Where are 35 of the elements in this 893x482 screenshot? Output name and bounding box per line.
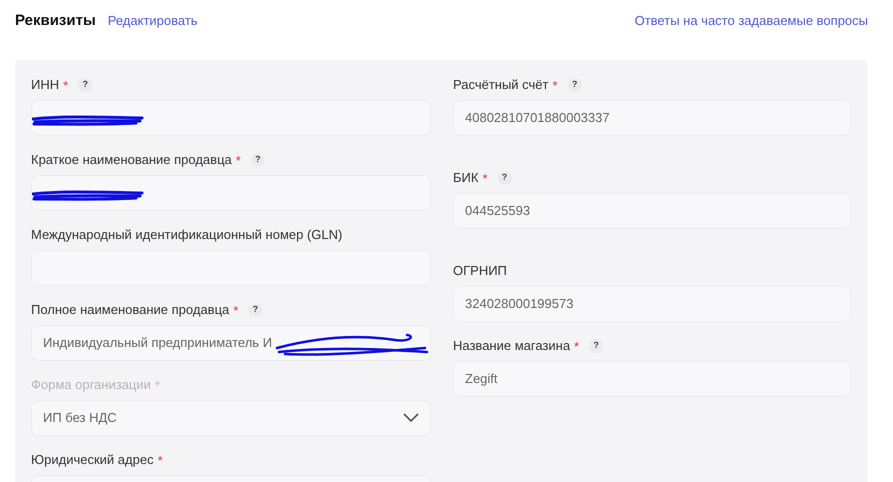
required-asterisk: * xyxy=(154,378,160,392)
help-badge[interactable]: ? xyxy=(78,78,92,92)
help-badge[interactable]: ? xyxy=(498,171,512,185)
required-asterisk: * xyxy=(574,340,580,352)
input-field[interactable]: 324028000199573 xyxy=(453,286,851,322)
input-field[interactable] xyxy=(31,175,431,211)
field-label: Полное наименование продавца xyxy=(31,301,230,320)
field-label: БИК xyxy=(453,169,478,188)
required-asterisk: * xyxy=(158,454,163,466)
field-label: Юридический адрес xyxy=(31,451,154,470)
help-badge[interactable]: ? xyxy=(248,303,262,317)
faq-link[interactable]: Ответы на часто задаваемые вопросы xyxy=(634,11,868,31)
field-label: Краткое наименование продавца xyxy=(31,151,232,170)
field-label: Международный идентификационный номер (GLN) xyxy=(31,226,342,244)
field-label: Название магазина xyxy=(453,337,570,356)
input-field[interactable]: Индивидуальный предприниматель И xyxy=(31,325,431,361)
help-badge[interactable]: ? xyxy=(568,78,582,92)
field-label: Форма организации xyxy=(31,376,151,394)
field-label: ИНН xyxy=(31,76,60,94)
chevron-down-icon xyxy=(403,413,419,423)
help-badge[interactable]: ? xyxy=(250,153,265,167)
field-label: Расчётный счёт xyxy=(453,76,548,94)
edit-link[interactable]: Редактировать xyxy=(108,11,198,31)
required-asterisk: * xyxy=(482,172,488,184)
field-label: ОГРНИП xyxy=(453,262,507,280)
required-asterisk: * xyxy=(233,304,238,316)
page-title: Реквизиты xyxy=(15,10,96,31)
required-asterisk: * xyxy=(552,78,558,92)
required-asterisk: * xyxy=(63,78,68,92)
input-field[interactable]: 044525593 xyxy=(453,193,851,229)
input-field[interactable]: Zegift xyxy=(453,361,851,397)
help-badge[interactable]: ? xyxy=(589,339,604,353)
required-asterisk: * xyxy=(236,154,241,166)
input-field[interactable]: 40802810701880003337 xyxy=(453,100,851,136)
input-field[interactable] xyxy=(31,100,431,136)
